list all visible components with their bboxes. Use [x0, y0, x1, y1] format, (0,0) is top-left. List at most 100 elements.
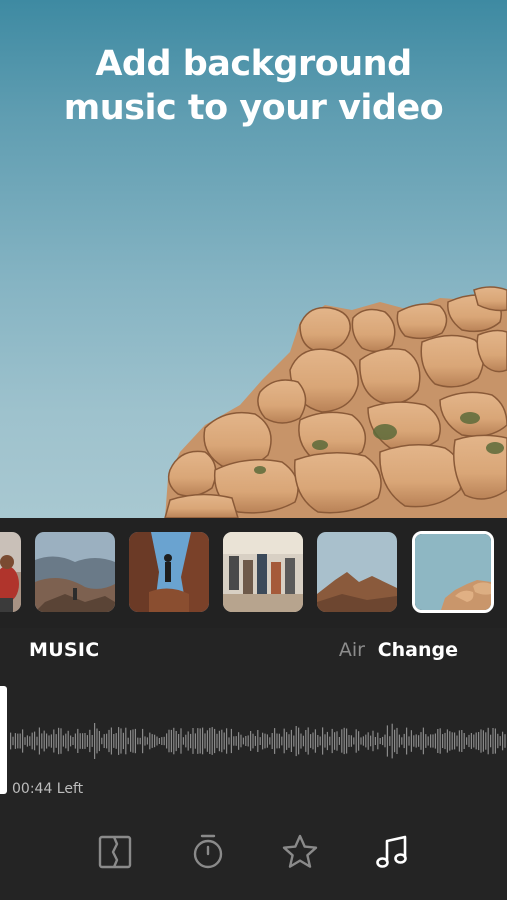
- waveform-bar: [326, 731, 328, 751]
- waveform-bar: [434, 733, 436, 749]
- waveform-bar: [278, 733, 280, 749]
- waveform-bar: [127, 737, 129, 745]
- playhead-handle[interactable]: [0, 686, 7, 794]
- waveform-bar: [199, 728, 201, 754]
- waveform-bar: [194, 733, 196, 749]
- waveform-bar: [401, 737, 403, 745]
- waveform-bar: [410, 730, 412, 752]
- headline-line-2: music to your video: [63, 88, 444, 128]
- waveform-bar: [101, 737, 103, 745]
- waveform-bar: [386, 725, 388, 757]
- waveform-bar: [475, 732, 477, 750]
- waveform-bar: [470, 733, 472, 749]
- waveform-bar: [317, 735, 319, 748]
- waveform-bar: [293, 735, 295, 747]
- waveform-bar: [422, 727, 424, 755]
- waveform-bar: [14, 733, 16, 749]
- waveform-bar: [190, 733, 192, 749]
- waveform-bar: [355, 729, 357, 753]
- waveform-bar: [406, 727, 408, 755]
- waveform-bar: [430, 734, 432, 748]
- clip-thumbnail[interactable]: [317, 532, 397, 612]
- waveform-bar: [439, 728, 441, 754]
- waveform-bar: [242, 737, 244, 745]
- waveform-bar: [307, 727, 309, 755]
- waveform-bar: [22, 729, 24, 753]
- waveform-bar: [26, 735, 28, 747]
- waveform-bar: [158, 738, 160, 744]
- waveform-bar: [113, 734, 115, 748]
- waveform-bar: [163, 736, 165, 746]
- waveform-bar: [353, 737, 355, 745]
- audio-waveform[interactable]: 00:44 Left: [0, 686, 507, 797]
- clip-thumbnail-selected[interactable]: [412, 531, 494, 613]
- waveform-bar: [173, 727, 175, 755]
- trim-tool-button[interactable]: [96, 832, 136, 872]
- waveform-bar: [319, 736, 321, 746]
- waveform-bar: [118, 727, 120, 755]
- waveform-bar: [137, 737, 139, 745]
- waveform-bar: [408, 736, 410, 746]
- waveform-bar: [257, 730, 259, 752]
- effects-tool-button[interactable]: [280, 832, 320, 872]
- waveform-bar: [444, 732, 446, 750]
- waveform-bar: [233, 736, 235, 746]
- waveform-bar: [175, 731, 177, 752]
- waveform-bar: [288, 734, 290, 748]
- waveform-bar: [144, 736, 146, 746]
- clip-thumbnail-strip[interactable]: [0, 518, 507, 628]
- waveform-bar: [370, 735, 372, 747]
- waveform-bar: [245, 736, 247, 746]
- waveform-bar: [38, 727, 40, 755]
- waveform-bar: [12, 736, 14, 746]
- waveform-bar: [374, 737, 376, 745]
- waveform-bar: [418, 735, 420, 747]
- waveform-bar: [271, 733, 273, 749]
- waveform-bar: [502, 731, 504, 751]
- waveform-bar: [180, 728, 182, 754]
- waveform-bar: [314, 729, 316, 753]
- clip-thumbnail[interactable]: [129, 532, 209, 612]
- waveform-bar: [449, 731, 451, 751]
- waveform-bar: [432, 734, 434, 748]
- waveform-bar: [235, 736, 237, 746]
- waveform-bar: [331, 728, 333, 754]
- waveform-bar: [461, 730, 463, 752]
- timer-tool-button[interactable]: [188, 832, 228, 872]
- waveform-bar: [446, 729, 448, 753]
- waveform-bar: [254, 736, 256, 746]
- waveform-bar: [247, 735, 249, 747]
- clip-thumbnail[interactable]: [0, 532, 21, 612]
- waveform-bar: [65, 733, 67, 749]
- video-preview[interactable]: Add background music to your video: [0, 0, 507, 518]
- waveform-bar: [84, 733, 86, 749]
- waveform-bar: [31, 732, 33, 750]
- waveform-bar: [103, 734, 105, 748]
- waveform-bar: [182, 737, 184, 745]
- waveform-bar: [312, 732, 314, 750]
- waveform-bar: [305, 730, 307, 752]
- time-remaining: 00:44 Left: [12, 781, 84, 797]
- waveform-bar: [485, 732, 487, 750]
- waveform-bar: [132, 729, 134, 753]
- waveform-bar: [329, 736, 331, 746]
- waveform-bar: [295, 726, 297, 757]
- clip-thumbnail[interactable]: [35, 532, 115, 612]
- waveform-bar: [74, 733, 76, 749]
- waveform-bar: [149, 732, 151, 750]
- waveform-bar: [490, 734, 492, 748]
- waveform-bar: [259, 737, 261, 745]
- waveform-bar: [384, 734, 386, 748]
- waveform-bar: [425, 734, 427, 748]
- change-music-button[interactable]: Change: [378, 637, 458, 663]
- waveform-bar: [154, 734, 156, 748]
- waveform-bar: [358, 731, 360, 751]
- music-tool-button[interactable]: [372, 832, 412, 872]
- waveform-bar: [202, 727, 204, 755]
- clip-thumbnail[interactable]: [223, 532, 303, 612]
- waveform-bar: [79, 733, 81, 749]
- bottom-toolbar: [0, 818, 507, 888]
- waveform-bar: [274, 728, 276, 754]
- video-editor-screen: Add background music to your video MUSIC…: [0, 0, 507, 900]
- trim-icon: [98, 835, 132, 869]
